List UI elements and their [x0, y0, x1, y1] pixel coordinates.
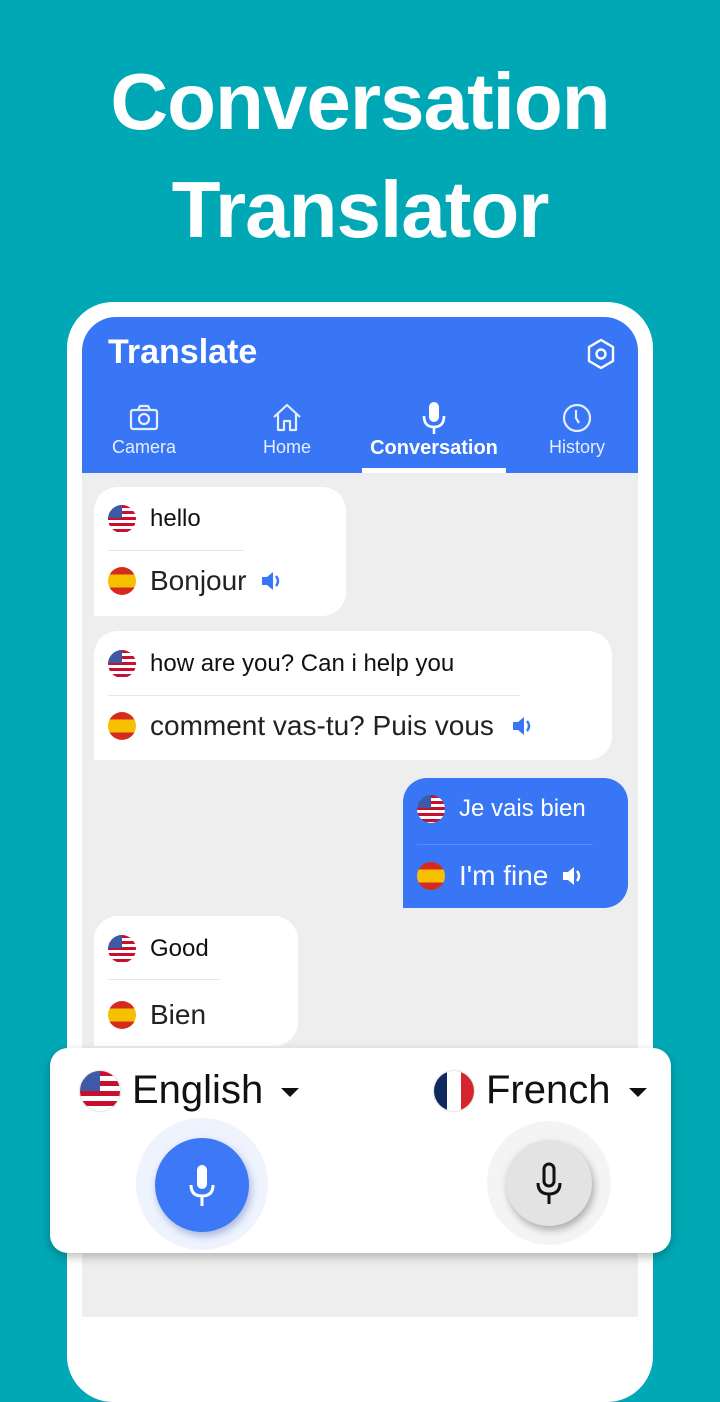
message-bubble: hello Bonjour: [94, 487, 346, 616]
microphone-icon: [189, 1165, 215, 1206]
clock-icon: [562, 403, 592, 433]
source-text: how are you? Can i help you: [150, 650, 455, 677]
tab-home[interactable]: Home: [227, 401, 347, 458]
tab-camera[interactable]: Camera: [84, 401, 204, 458]
tab-label: Camera: [111, 437, 177, 457]
us-flag-icon: [80, 1070, 120, 1111]
language-panel: English French: [50, 1048, 671, 1253]
message-bubble: how are you? Can i help you comment vas-…: [94, 631, 612, 760]
source-text: Good: [150, 935, 209, 962]
dropdown-caret-icon: [628, 1088, 647, 1097]
target-language-label: French: [486, 1068, 611, 1112]
us-flag-icon: [108, 505, 136, 533]
promo-title: Conversation Translator: [0, 48, 720, 264]
camera-icon: [129, 404, 159, 431]
speaker-icon[interactable]: [510, 713, 536, 739]
spain-flag-icon: [108, 712, 136, 740]
microphone-icon: [422, 402, 446, 434]
tab-conversation[interactable]: Conversation: [362, 401, 506, 460]
divider: [108, 979, 220, 980]
source-language-label: English: [132, 1068, 264, 1112]
target-language-selector[interactable]: French: [434, 1068, 647, 1113]
tab-label: History: [548, 437, 605, 457]
spain-flag-icon: [417, 862, 445, 890]
source-text: hello: [150, 505, 201, 532]
us-flag-icon: [108, 650, 136, 678]
promo-title-line2: Translator: [171, 165, 550, 254]
speaker-icon[interactable]: [259, 568, 285, 594]
source-mic-button[interactable]: [155, 1138, 249, 1232]
tab-indicator: [362, 468, 506, 473]
tab-label: Home: [262, 437, 311, 457]
tab-label: Conversation: [370, 437, 498, 459]
home-icon: [273, 403, 301, 432]
divider: [108, 550, 244, 551]
app-title: Translate: [108, 333, 258, 371]
spain-flag-icon: [108, 567, 136, 595]
target-text: Bien: [150, 999, 207, 1030]
source-language-selector[interactable]: English: [80, 1068, 300, 1113]
dropdown-caret-icon: [281, 1088, 300, 1097]
target-text: Bonjour: [150, 565, 247, 596]
target-text: I'm fine: [459, 860, 549, 891]
us-flag-icon: [417, 795, 445, 823]
tab-history[interactable]: History: [517, 401, 637, 458]
microphone-icon: [536, 1162, 562, 1204]
promo-title-line1: Conversation: [110, 57, 610, 146]
france-flag-icon: [434, 1070, 474, 1111]
settings-icon[interactable]: [584, 337, 618, 371]
spain-flag-icon: [108, 1001, 136, 1029]
source-text: Je vais bien: [459, 795, 586, 822]
app-bar: Translate Camera Home Conversation Histo…: [82, 317, 638, 473]
speaker-icon[interactable]: [560, 863, 586, 889]
message-bubble-own: Je vais bien I'm fine: [403, 778, 628, 908]
message-bubble: Good Bien: [94, 916, 298, 1046]
divider: [417, 844, 593, 845]
target-text: comment vas-tu? Puis vous: [150, 710, 494, 741]
us-flag-icon: [108, 935, 136, 963]
target-mic-button[interactable]: [506, 1140, 592, 1226]
divider: [108, 695, 520, 696]
